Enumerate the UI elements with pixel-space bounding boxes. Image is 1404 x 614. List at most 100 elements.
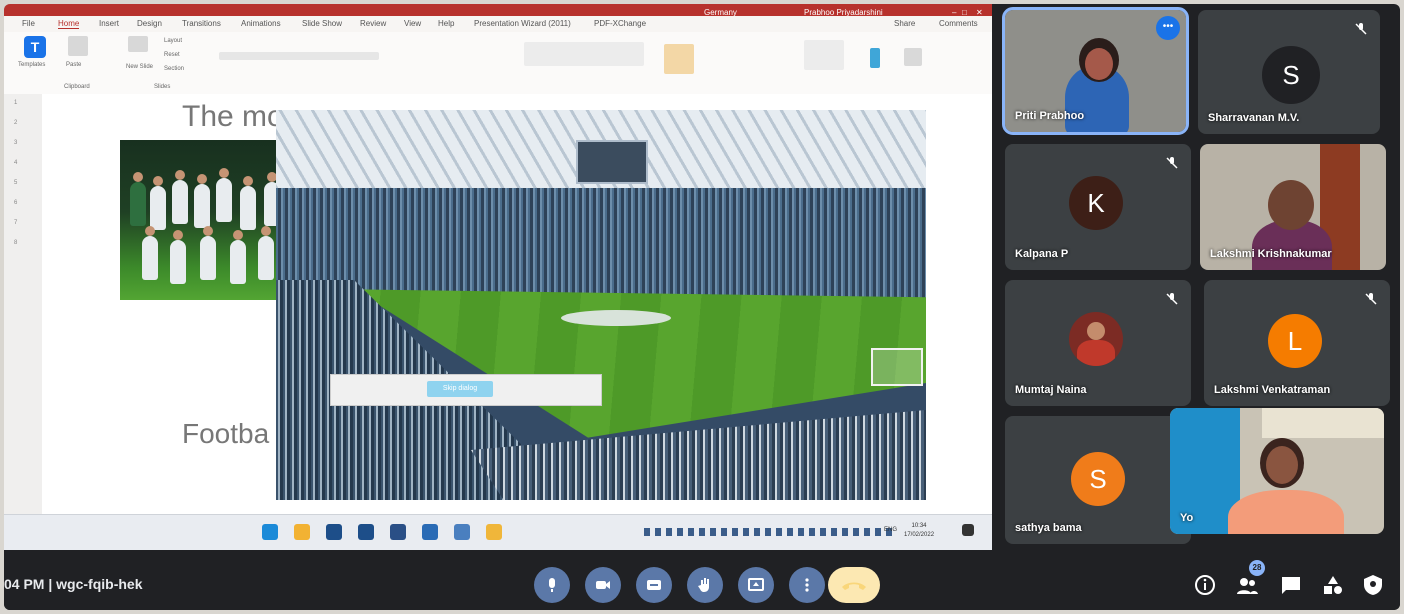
menu-presentation-wizard[interactable]: Presentation Wizard (2011) [474,19,571,28]
chat-icon[interactable] [1280,574,1302,596]
menu-insert[interactable]: Insert [99,19,119,28]
chrome-icon[interactable] [294,524,310,540]
stadium-image[interactable] [276,110,926,500]
team-photo [120,140,288,300]
ribbon-new-slide-label[interactable]: New Slide [126,64,153,70]
designer-icon[interactable] [904,48,922,66]
powerpoint-icon[interactable] [486,524,502,540]
teams-icon[interactable] [358,524,374,540]
raise-hand-icon [698,578,709,592]
ppt-ribbon: T Templates Paste Clipboard New Slide La… [4,32,992,95]
slide-canvas[interactable]: The mo Footba [42,94,992,514]
ribbon-templates-label[interactable]: Templates [18,62,45,68]
slide-title: The mo [182,100,284,133]
menu-file[interactable]: File [22,19,35,28]
more-options-icon[interactable]: ••• [1156,16,1180,40]
captions-icon [647,580,661,590]
participant-name: Lakshmi Venkatraman [1214,384,1331,396]
participant-name: Kalpana P [1015,248,1069,260]
participant-tile-self[interactable]: Yo [1170,408,1384,534]
participant-name: sathya bama [1015,522,1082,534]
participant-name: Lakshmi Krishnakumar [1210,248,1332,260]
paragraph-controls[interactable] [524,42,644,66]
participant-tile-kalpana[interactable]: K Kalpana P [1005,144,1191,270]
host-controls-icon[interactable] [1362,574,1384,596]
ribbon-slides-label: Slides [154,84,171,90]
avatar: S [1071,452,1125,506]
camera-icon [596,581,610,589]
menu-help[interactable]: Help [438,19,454,28]
meet-window: Germany Prabhoo Priyadarshini – □ ✕ File… [4,4,1400,610]
ribbon-paste-label[interactable]: Paste [66,62,81,68]
participant-count-badge: 28 [1249,560,1265,576]
clock-date: 17/02/2022 [904,532,935,538]
edge-icon[interactable] [262,524,278,540]
mail-icon[interactable] [326,524,342,540]
tray-clock[interactable]: 10:34 17/02/2022 [904,522,934,540]
activities-icon[interactable] [1322,574,1344,596]
present-screen-icon [748,578,764,591]
end-call-icon [842,582,866,590]
ribbon-layout-label[interactable]: Layout [164,38,182,44]
menu-pdf-xchange[interactable]: PDF-XChange [594,19,646,28]
participant-name: Yo [1180,512,1194,524]
ribbon-section-label[interactable]: Section [164,66,184,72]
avatar [1069,312,1123,366]
mic-off-icon [1166,293,1178,305]
ppt-menu-bar: File Home Insert Design Transitions Anim… [4,16,992,32]
participant-name: Priti Prabhoo [1015,110,1085,122]
people-icon[interactable] [1236,574,1258,596]
end-call-button[interactable] [828,567,880,603]
menu-slide-show[interactable]: Slide Show [302,19,342,28]
comments-button[interactable]: Comments [939,19,978,28]
participant-name: Sharravanan M.V. [1208,112,1300,124]
mic-off-icon [1166,157,1178,169]
participant-tile-mumtaj-naina[interactable]: Mumtaj Naina [1005,280,1191,406]
participant-tile-sharravanan[interactable]: S Sharravanan M.V. [1198,10,1380,134]
dialog-bar: Skip dialog [330,374,602,406]
info-icon[interactable] [1194,574,1216,596]
folder-icon[interactable] [390,524,406,540]
more-options-button[interactable] [789,567,825,603]
paste-icon[interactable] [68,36,88,56]
raise-hand-button[interactable] [687,567,723,603]
dictate-icon[interactable] [870,48,880,68]
participant-tile-lakshmi-krishnakumar[interactable]: Lakshmi Krishnakumar [1200,144,1386,270]
menu-home[interactable]: Home [58,19,80,29]
mic-button[interactable] [534,567,570,603]
word-icon[interactable] [422,524,438,540]
clock-time: 10:34 [911,523,927,529]
present-screen-button[interactable] [738,567,774,603]
menu-view[interactable]: View [404,19,421,28]
ribbon-clipboard-label: Clipboard [64,84,90,90]
skip-dialog-button[interactable]: Skip dialog [427,381,493,397]
avatar: L [1268,314,1322,368]
meet-controls-bar: 04 PM | wgc-fqib-hek 28 [4,556,1400,610]
participant-tile-priti-prabhoo[interactable]: ••• Priti Prabhoo [1002,7,1189,135]
meeting-info: 04 PM | wgc-fqib-hek [4,576,143,592]
editing-controls[interactable] [804,40,844,70]
share-button[interactable]: Share [894,19,915,28]
menu-design[interactable]: Design [137,19,162,28]
app-icon[interactable] [454,524,470,540]
menu-animations[interactable]: Animations [241,19,281,28]
captions-button[interactable] [636,567,672,603]
mic-off-icon [1355,23,1367,35]
menu-transitions[interactable]: Transitions [182,19,221,28]
templates-icon[interactable]: T [24,36,46,58]
slide-footer-text: Footba [182,418,270,449]
notification-icon[interactable] [962,524,974,536]
participant-tile-sathya-bama[interactable]: S sathya bama [1005,416,1191,544]
camera-button[interactable] [585,567,621,603]
system-tray-icons[interactable] [644,528,894,536]
slide-thumbnails-pane[interactable]: 1 2 3 4 5 6 7 8 [4,94,43,514]
arrange-icon[interactable] [664,44,694,74]
ribbon-reset-label[interactable]: Reset [164,52,180,58]
avatar: S [1262,46,1320,104]
new-slide-icon[interactable] [128,36,148,52]
participant-tile-lakshmi-venkatraman[interactable]: L Lakshmi Venkatraman [1204,280,1390,406]
menu-review[interactable]: Review [360,19,386,28]
language-indicator[interactable]: ENG [884,527,897,533]
mic-icon [549,578,555,592]
font-controls[interactable] [219,52,379,60]
